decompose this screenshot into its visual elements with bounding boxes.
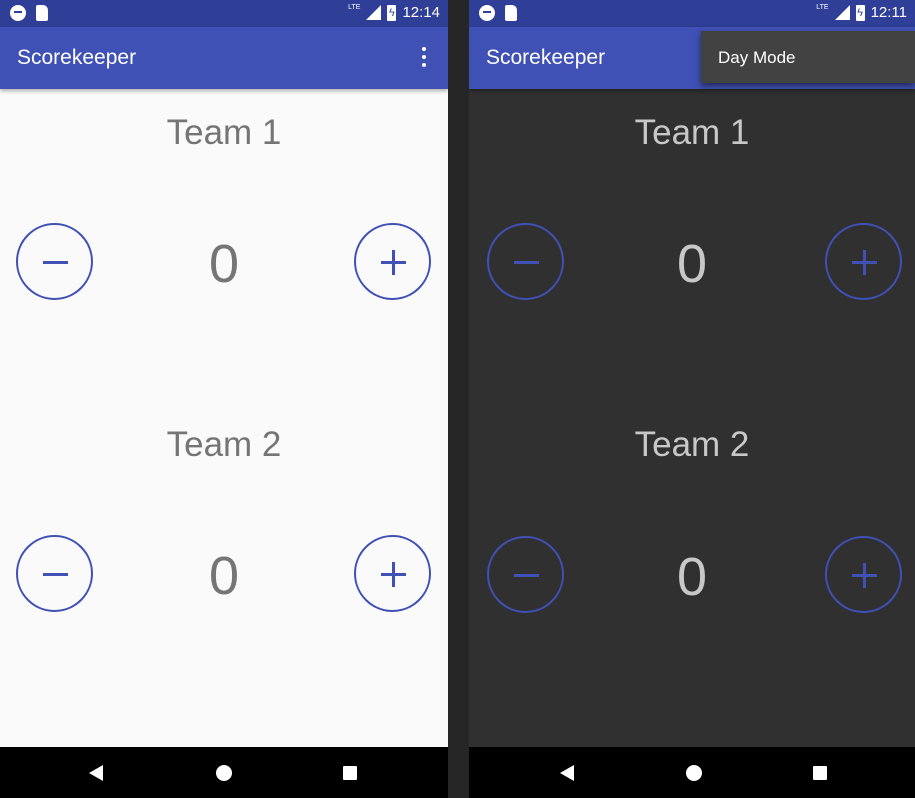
sd-card-icon [505, 5, 517, 21]
battery-charging-icon [855, 4, 865, 21]
sd-card-icon [36, 5, 48, 21]
back-icon[interactable] [89, 765, 103, 781]
messenger-notification-icon [479, 5, 495, 21]
team-1-increment-button[interactable] [825, 223, 902, 300]
more-vert-icon[interactable] [416, 47, 432, 67]
status-time: 12:11 [870, 4, 907, 21]
signal-icon [366, 5, 382, 20]
signal-icon [834, 5, 850, 20]
navigation-bar [0, 747, 448, 798]
team-1-label: Team 1 [634, 113, 750, 152]
messenger-notification-icon [10, 5, 26, 21]
status-time: 12:14 [402, 4, 440, 21]
app-title: Scorekeeper [486, 46, 606, 69]
status-bar: LTE 12:14 [0, 0, 448, 27]
menu-item-day-mode[interactable]: Day Mode [718, 48, 795, 68]
day-mode-screen: LTE 12:14 Scorekeeper Team 1 0 Team 2 0 [0, 0, 448, 798]
home-icon[interactable] [216, 765, 232, 781]
team-2-increment-button[interactable] [825, 536, 902, 613]
app-title: Scorekeeper [17, 46, 137, 69]
recents-icon[interactable] [343, 766, 357, 780]
recents-icon[interactable] [813, 766, 827, 780]
team-2-label: Team 2 [166, 425, 282, 464]
overflow-menu: Day Mode [701, 31, 915, 83]
screen-divider [448, 0, 469, 798]
app-bar: Scorekeeper [0, 27, 448, 89]
team-1-label: Team 1 [166, 113, 282, 152]
battery-charging-icon [387, 4, 397, 21]
night-mode-screen: LTE 12:11 Scorekeeper Team 1 0 Team 2 0 … [469, 0, 915, 798]
plus-icon [356, 537, 429, 610]
plus-icon [356, 225, 429, 298]
back-icon[interactable] [560, 765, 574, 781]
network-type-label: LTE [816, 4, 829, 11]
plus-icon [827, 225, 900, 298]
team-1-increment-button[interactable] [354, 223, 431, 300]
status-bar: LTE 12:11 [469, 0, 915, 27]
team-2-label: Team 2 [634, 425, 750, 464]
home-icon[interactable] [686, 765, 702, 781]
network-type-label: LTE [348, 4, 361, 11]
team-2-increment-button[interactable] [354, 535, 431, 612]
navigation-bar [469, 747, 915, 798]
plus-icon [827, 538, 900, 611]
